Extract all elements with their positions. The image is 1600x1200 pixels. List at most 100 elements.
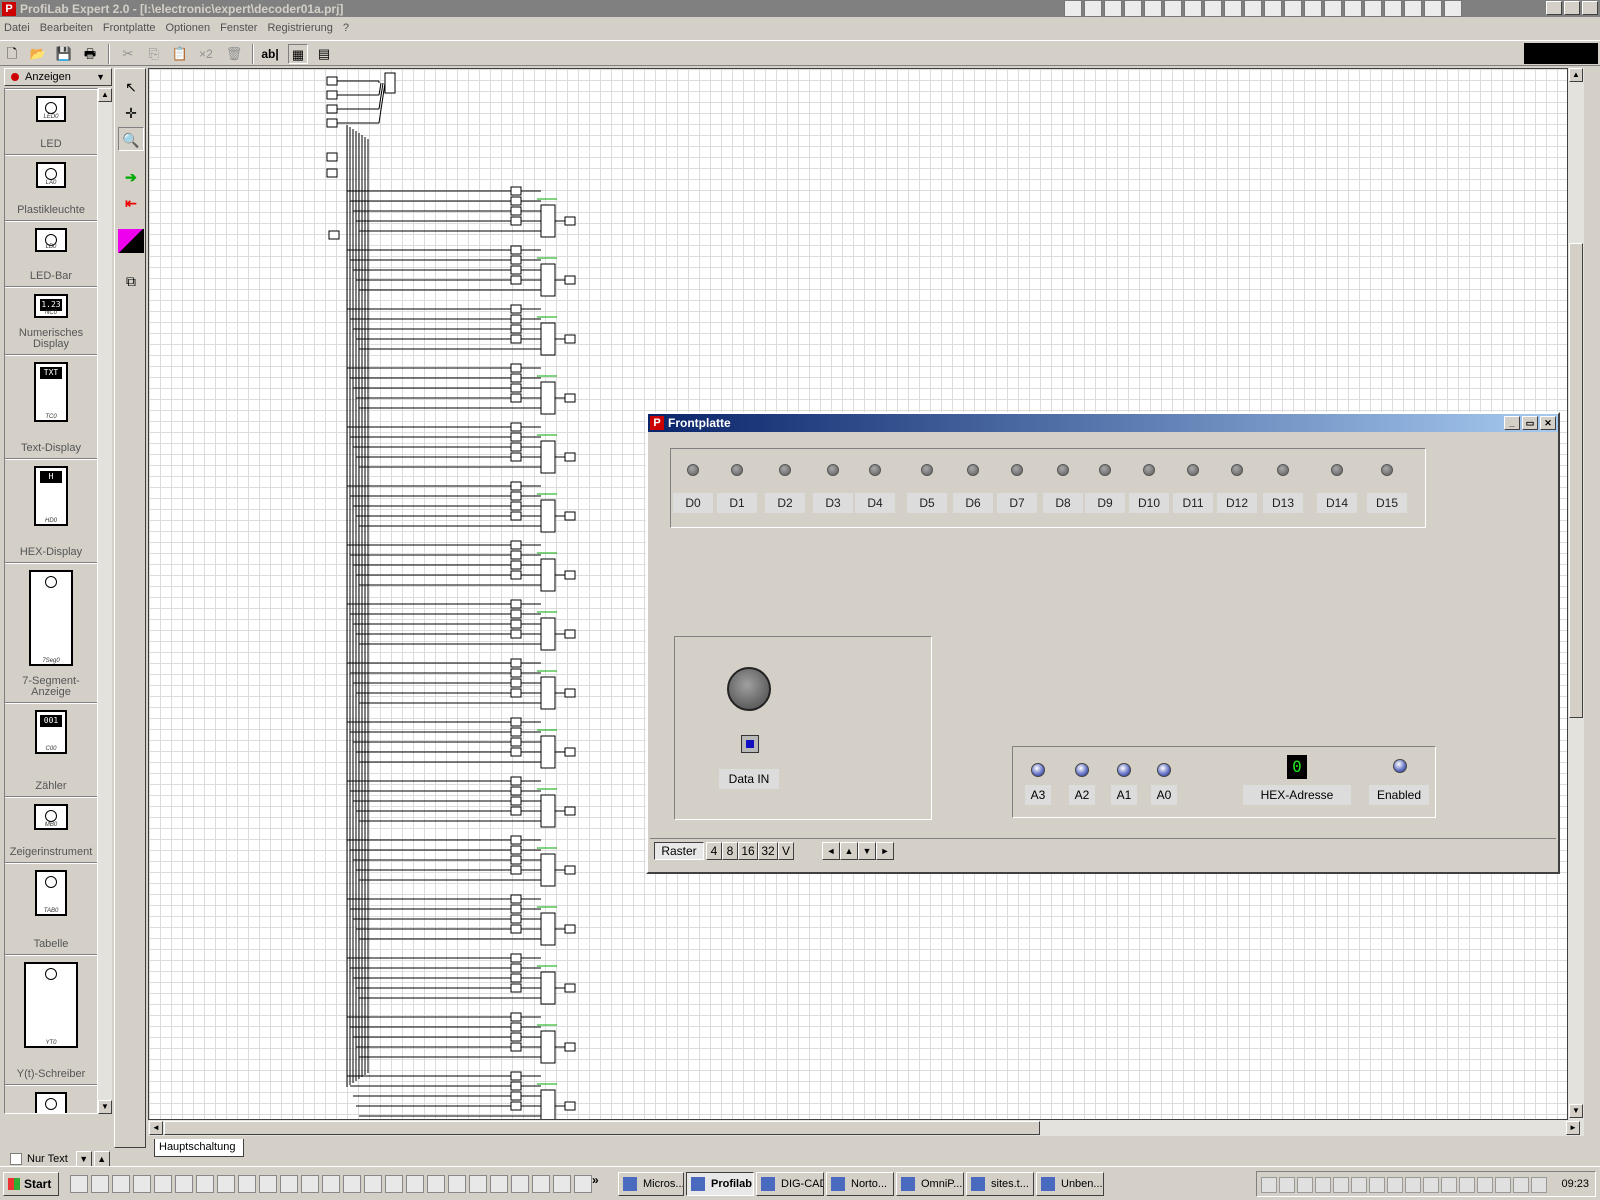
quick-app-icon[interactable] (1304, 0, 1322, 17)
color-tool-icon[interactable] (118, 229, 144, 253)
scroll-down-icon[interactable]: ▼ (1569, 1104, 1583, 1118)
scroll-thumb[interactable] (1569, 243, 1583, 718)
quick-app-icon[interactable] (1064, 0, 1082, 17)
quick-app-icon[interactable] (1204, 0, 1222, 17)
frontplatte-title-bar[interactable]: P Frontplatte _ ▭ ✕ (648, 414, 1558, 432)
tray-icon[interactable] (1261, 1177, 1277, 1193)
duplicate-icon[interactable]: ×2 (196, 44, 216, 64)
quick-app-icon[interactable] (1144, 0, 1162, 17)
quick-app-icon[interactable] (1104, 0, 1122, 17)
quick-launch-icon[interactable] (490, 1175, 508, 1193)
quick-launch-icon[interactable] (364, 1175, 382, 1193)
tray-icon[interactable] (1423, 1177, 1439, 1193)
tray-icon[interactable] (1495, 1177, 1511, 1193)
start-button[interactable]: Start (3, 1172, 59, 1196)
quick-launch-icon[interactable] (385, 1175, 403, 1193)
run-arrow-icon[interactable]: ➔ (118, 165, 144, 189)
quick-launch-icon[interactable] (406, 1175, 424, 1193)
library-item-seven-segment[interactable]: 7Seg0 7-Segment-Anzeige (5, 563, 97, 703)
arrow-right-icon[interactable]: ► (876, 842, 894, 860)
quick-app-icon[interactable] (1164, 0, 1182, 17)
grid-view-icon[interactable]: ▤ (314, 44, 334, 64)
quick-launch-icon[interactable] (217, 1175, 235, 1193)
quick-app-icon[interactable] (1184, 0, 1202, 17)
library-item-lamp[interactable]: LA0 Plastikleuchte (5, 155, 97, 221)
tray-icon[interactable] (1405, 1177, 1421, 1193)
quick-app-icon[interactable] (1424, 0, 1442, 17)
quick-launch-icon[interactable] (238, 1175, 256, 1193)
tab-hauptschaltung[interactable]: Hauptschaltung (154, 1139, 245, 1157)
quick-launch-icon[interactable] (343, 1175, 361, 1193)
library-item-yt-recorder[interactable]: YT0 Y(t)-Schreiber (5, 955, 97, 1085)
library-item-text-display[interactable]: TXT TC0 Text-Display (5, 355, 97, 459)
quick-launch-icon[interactable] (196, 1175, 214, 1193)
tray-icon[interactable] (1477, 1177, 1493, 1193)
quick-app-icon[interactable] (1124, 0, 1142, 17)
quick-app-icon[interactable] (1084, 0, 1102, 17)
arrow-down-icon[interactable]: ▼ (858, 842, 876, 860)
task-button[interactable]: Micros... (618, 1172, 684, 1196)
task-button[interactable]: Norto... (826, 1172, 894, 1196)
quick-launch-icon[interactable] (301, 1175, 319, 1193)
grid-option-16[interactable]: 16 (738, 842, 758, 860)
copy-icon[interactable]: ⎘ (144, 44, 164, 64)
quick-launch-icon[interactable] (427, 1175, 445, 1193)
library-item-led-bar[interactable]: LB0 LED-Bar (5, 221, 97, 287)
select-pointer-icon[interactable]: ↖ (118, 75, 144, 99)
category-dropdown[interactable]: Anzeigen ▼ (4, 68, 112, 86)
library-item-xy-recorder[interactable] (5, 1085, 97, 1113)
task-button[interactable]: DIG-CAD (756, 1172, 824, 1196)
grid-option-32[interactable]: 32 (758, 842, 778, 860)
stop-arrow-icon[interactable]: ⇤ (118, 191, 144, 215)
close-button[interactable]: ✕ (1540, 416, 1556, 430)
grid-option-8[interactable]: 8 (722, 842, 738, 860)
quick-app-icon[interactable] (1384, 0, 1402, 17)
data-in-switch[interactable] (741, 735, 759, 753)
quick-launch-icon[interactable] (133, 1175, 151, 1193)
grid-option-4[interactable]: 4 (706, 842, 722, 860)
zoom-icon[interactable]: 🔍 (118, 127, 144, 151)
tray-icon[interactable] (1513, 1177, 1529, 1193)
scroll-thumb[interactable] (164, 1121, 1040, 1135)
nur-text-checkbox[interactable] (10, 1153, 22, 1165)
tray-icon[interactable] (1279, 1177, 1295, 1193)
library-scrollbar[interactable]: ▲ ▼ (98, 88, 112, 1114)
close-button[interactable]: ✕ (1582, 1, 1598, 15)
task-button[interactable]: Unben... (1036, 1172, 1104, 1196)
menu-bearbeiten[interactable]: Bearbeiten (40, 22, 93, 34)
minimize-button[interactable]: _ (1504, 416, 1520, 430)
quick-launch-icon[interactable] (175, 1175, 193, 1193)
save-icon[interactable]: 💾 (54, 44, 74, 64)
menu-registrierung[interactable]: Registrierung (267, 22, 332, 34)
task-button[interactable]: sites.t... (966, 1172, 1034, 1196)
quick-app-icon[interactable] (1324, 0, 1342, 17)
library-item-hex-display[interactable]: H HD0 HEX-Display (5, 459, 97, 563)
grid-option-v[interactable]: V (778, 842, 794, 860)
quick-launch-icon[interactable] (91, 1175, 109, 1193)
tray-icon[interactable] (1441, 1177, 1457, 1193)
window-switch-icon[interactable]: ⧉ (118, 269, 144, 293)
quick-launch-icon[interactable] (448, 1175, 466, 1193)
maximize-button[interactable]: ▭ (1522, 416, 1538, 430)
quick-launch-icon[interactable] (112, 1175, 130, 1193)
canvas-horizontal-scrollbar[interactable]: ◄ ► (148, 1120, 1584, 1136)
raster-toggle[interactable]: Raster (654, 842, 704, 860)
scroll-left-icon[interactable]: ◄ (149, 1121, 163, 1135)
quick-launch-icon[interactable] (70, 1175, 88, 1193)
menu-frontplatte[interactable]: Frontplatte (103, 22, 156, 34)
menu-optionen[interactable]: Optionen (166, 22, 211, 34)
arrow-up-icon[interactable]: ▲ (840, 842, 858, 860)
paste-icon[interactable]: 📋 (170, 44, 190, 64)
scroll-down-icon[interactable]: ▼ (98, 1100, 112, 1114)
new-file-icon[interactable]: 🗋 (2, 44, 22, 64)
quick-launch-icon[interactable] (511, 1175, 529, 1193)
quick-app-icon[interactable] (1264, 0, 1282, 17)
quick-launch-icon[interactable] (553, 1175, 571, 1193)
quick-launch-icon[interactable] (574, 1175, 592, 1193)
tray-icon[interactable] (1369, 1177, 1385, 1193)
cut-icon[interactable]: ✂ (118, 44, 138, 64)
quick-launch-icon[interactable] (259, 1175, 277, 1193)
tray-icon[interactable] (1459, 1177, 1475, 1193)
print-icon[interactable]: 🖶 (80, 44, 100, 64)
quick-app-icon[interactable] (1444, 0, 1462, 17)
